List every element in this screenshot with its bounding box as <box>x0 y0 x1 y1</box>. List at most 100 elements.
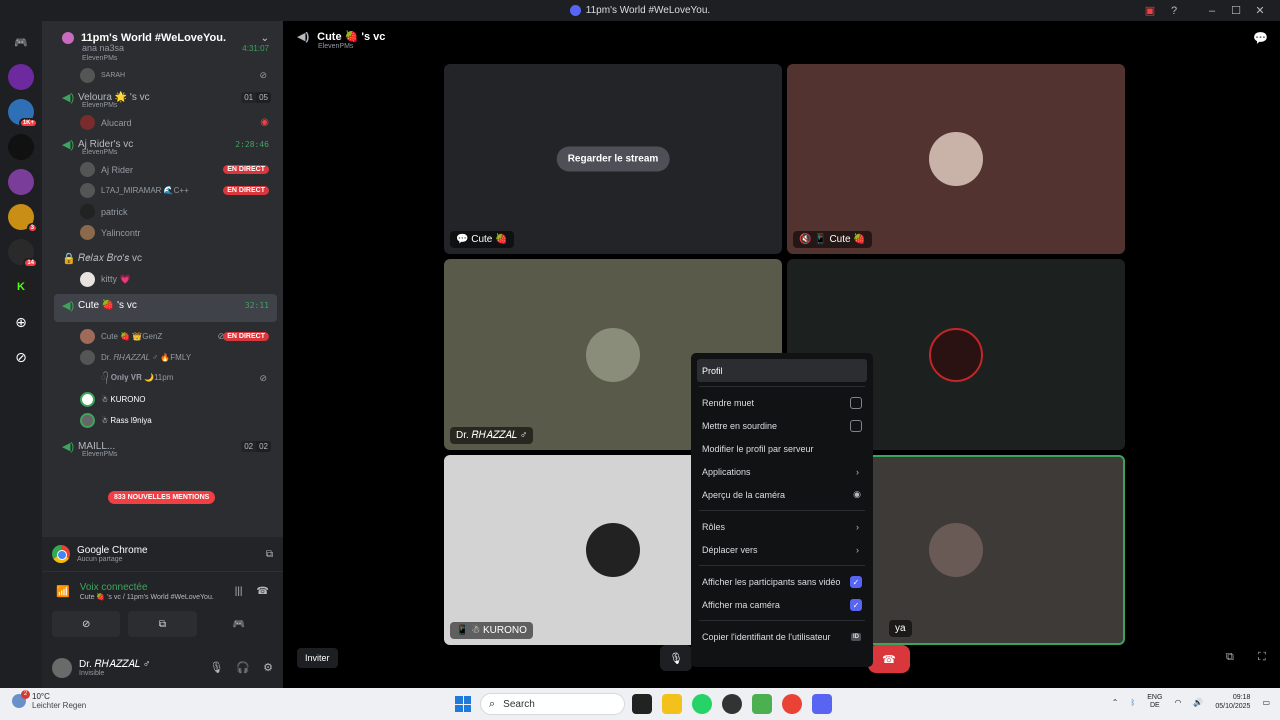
noise-suppression-icon[interactable]: ||| <box>235 586 243 597</box>
voice-channel-cute[interactable]: ◀) Cute 🍓 's vc 32:11 <box>54 294 277 316</box>
taskview-icon[interactable] <box>632 694 652 714</box>
microphone-button[interactable]: 🎙 <box>660 645 692 671</box>
wifi-icon[interactable]: ◠ <box>1174 698 1181 707</box>
server-icon-5[interactable]: 3 <box>8 204 38 233</box>
watch-stream-button[interactable]: Regarder le stream <box>556 146 670 172</box>
close-button[interactable]: ✕ <box>1248 4 1272 17</box>
menu-deafen[interactable]: Mettre en sourdine <box>697 414 867 437</box>
language-indicator[interactable]: ENG DE <box>1147 694 1162 710</box>
share-screen-button[interactable]: ⧉ <box>128 611 197 637</box>
discord-icon[interactable] <box>812 694 832 714</box>
video-tile[interactable]: 🔇 📱 Cute 🍓 <box>787 64 1125 254</box>
unread-badge: 14 <box>23 258 38 268</box>
tile-label: 💬 Cute 🍓 <box>450 231 514 248</box>
voice-panel: Google Chrome Aucun partage ⧉ 📶 Voix con… <box>42 537 283 688</box>
app-icon[interactable] <box>722 694 742 714</box>
speaker-icon: ◀) <box>62 440 75 453</box>
menu-mute[interactable]: Rendre muet <box>697 391 867 414</box>
chrome-icon[interactable] <box>782 694 802 714</box>
microphone-icon[interactable]: 🎙 <box>209 661 223 674</box>
menu-copy-id[interactable]: Copier l'identifiant de l'utilisateur ID <box>697 625 867 648</box>
server-icon-6[interactable]: 14 <box>8 239 38 268</box>
checkbox[interactable] <box>850 396 862 409</box>
gear-icon[interactable]: ⚙ <box>263 661 273 674</box>
maximize-button[interactable]: ☐ <box>1224 4 1248 17</box>
hang-up-button[interactable]: ☎ <box>868 645 910 673</box>
voice-user[interactable]: kitty 💗 <box>42 269 283 290</box>
menu-roles[interactable]: Rôles › <box>697 515 867 538</box>
popout-icon[interactable]: ⧉ <box>1226 651 1234 664</box>
checkbox-checked[interactable]: ✓ <box>850 598 862 611</box>
voice-user[interactable]: ☃ KURONO <box>42 389 283 410</box>
menu-profile[interactable]: Profil <box>697 359 867 382</box>
server-icon-4[interactable] <box>8 169 34 195</box>
taskbar-search[interactable]: ⌕ Search <box>480 693 625 715</box>
headphones-icon[interactable]: 🎧 <box>236 661 250 674</box>
voice-channel-aj-rider[interactable]: ◀) Aj Rider's vc 2:28:46 <box>42 133 283 155</box>
camera-off-button[interactable]: ⊘ <box>52 611 121 637</box>
voice-user[interactable]: Cute 🍓 👑GenZ ⊘ EN DIRECT <box>42 326 283 347</box>
disconnect-icon[interactable]: ☎ <box>257 586 269 597</box>
voice-channel-relax-bro[interactable]: 🔒 𝑅𝑒𝑙𝑎𝑥 𝐵𝑟𝑜'𝑠 vc <box>42 247 283 269</box>
add-server-icon[interactable]: ⊕ <box>8 309 34 335</box>
voice-status[interactable]: Voix connectée <box>80 582 214 593</box>
weather-widget[interactable]: 2 10°C Leichter Regen <box>12 690 86 710</box>
voice-user[interactable]: Dr. 𝑅𝐻𝐴𝑍𝑍𝐴𝐿 ♂ 🔥FMLY <box>42 347 283 368</box>
inbox-icon[interactable]: ▣ <box>1138 4 1162 17</box>
menu-show-my-camera[interactable]: Afficher ma caméra ✓ <box>697 593 867 616</box>
activity-button[interactable]: 🎮 <box>205 611 273 637</box>
video-tile[interactable]: Regarder le stream 💬 Cute 🍓 <box>444 64 782 254</box>
voice-user[interactable]: SARAH ⊘ <box>42 65 283 86</box>
user-name: Cute 🍓 👑GenZ <box>101 332 163 341</box>
server-icon-7[interactable]: K <box>8 274 34 300</box>
server-icon-3[interactable] <box>8 134 34 160</box>
voice-user[interactable]: Aj Rider EN DIRECT <box>42 159 283 180</box>
menu-move-to[interactable]: Déplacer vers › <box>697 538 867 561</box>
voice-user[interactable]: Alucard ◉ <box>42 112 283 133</box>
fullscreen-icon[interactable]: ⛶ <box>1258 651 1266 664</box>
voice-user[interactable]: L7AJ_MIRAMAR 🌊C++ EN DIRECT <box>42 180 283 201</box>
chat-icon[interactable]: 💬 <box>1253 31 1268 45</box>
invite-button[interactable]: Inviter <box>297 648 338 668</box>
stream-app: Google Chrome <box>77 545 148 556</box>
voice-user[interactable]: ᭄ 𝐎𝐧𝐥𝐲 𝐕𝐑 🌙11pm ⊘ <box>42 368 283 389</box>
discover-icon[interactable]: ⊘ <box>8 344 34 370</box>
clock[interactable]: 09:18 05/10/2025 <box>1215 693 1250 711</box>
voice-channel-veloura[interactable]: ◀) Veloura 🌟 's vc 01 05 <box>42 86 283 108</box>
discord-home-icon[interactable]: 🎮 <box>8 29 34 55</box>
divider <box>699 510 865 511</box>
new-mentions-pill[interactable]: 833 NOUVELLES MENTIONS <box>108 491 216 504</box>
unread-badge: 3 <box>26 223 38 233</box>
avatar <box>929 523 983 577</box>
server-icon-1[interactable] <box>8 64 34 90</box>
whatsapp-icon[interactable] <box>692 694 712 714</box>
channel-user-partial[interactable]: ana na3sa 4:31:07 <box>42 41 283 55</box>
app-icon[interactable] <box>752 694 772 714</box>
volume-icon[interactable]: 🔊 <box>1193 698 1203 707</box>
screen-share-icon[interactable]: ⧉ <box>266 549 273 560</box>
voice-user[interactable]: ☃ Rass l9niya <box>42 410 283 431</box>
notification-icon[interactable]: ▭ <box>1262 698 1270 707</box>
checkbox[interactable] <box>850 419 862 432</box>
windows-start-icon[interactable] <box>455 696 471 712</box>
voice-user[interactable]: patrick <box>42 201 283 222</box>
voice-user[interactable]: Yalincontr <box>42 222 283 243</box>
bluetooth-icon[interactable]: ᛒ <box>1130 698 1135 707</box>
menu-edit-server-profile[interactable]: Modifier le profil par serveur <box>697 437 867 460</box>
server-icon-2[interactable]: 1K+ <box>8 99 38 128</box>
avatar[interactable] <box>52 657 72 678</box>
menu-applications[interactable]: Applications › <box>697 460 867 483</box>
avatar <box>80 350 95 365</box>
minimize-button[interactable]: – <box>1200 5 1224 17</box>
voice-channel-maill[interactable]: ◀) MAILL... 02 02 <box>42 435 283 457</box>
checkbox-checked[interactable]: ✓ <box>850 575 862 588</box>
chevron-up-icon[interactable]: ⌃ <box>1112 698 1119 707</box>
live-badge: EN DIRECT <box>223 186 269 195</box>
menu-show-no-video[interactable]: Afficher les participants sans vidéo ✓ <box>697 570 867 593</box>
file-explorer-icon[interactable] <box>662 694 682 714</box>
menu-camera-preview[interactable]: Aperçu de la caméra ◉ <box>697 483 867 506</box>
help-icon[interactable]: ? <box>1162 5 1186 17</box>
avatar <box>929 132 983 186</box>
id-icon: ID <box>851 632 861 641</box>
divider <box>699 565 865 566</box>
